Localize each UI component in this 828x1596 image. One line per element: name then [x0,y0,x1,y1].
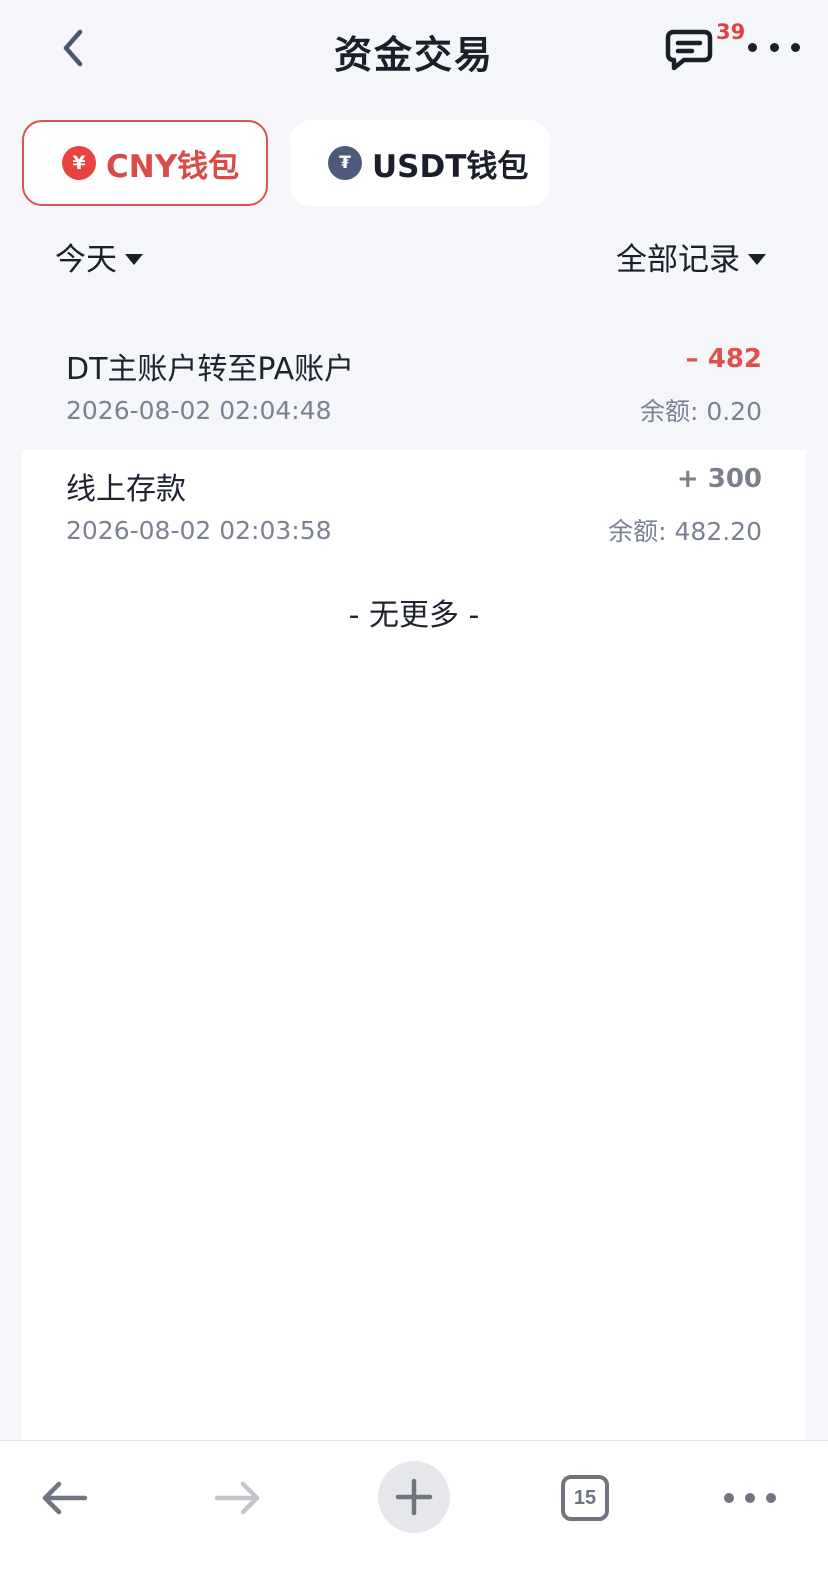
browser-toolbar: 15 [0,1440,828,1596]
tab-cny-wallet-label: CNY钱包 [106,148,240,185]
new-tab-button[interactable] [378,1461,450,1533]
caret-down-icon [125,254,143,265]
forward-arrow-icon [214,1481,260,1515]
list-background [22,570,806,1445]
page: 资金交易 39 ¥ CNY钱包 ₮ USDT钱包 今天 全部记录 DT主账户转至… [0,0,828,1596]
more-dots-icon [748,42,757,52]
tabs-button[interactable]: 15 [558,1465,612,1531]
transaction-time: 2026-08-02 02:04:48 [66,396,332,425]
browser-more-button[interactable] [724,1465,776,1531]
transaction-name: DT主账户转至PA账户 [66,352,355,387]
transaction-time: 2026-08-02 02:03:58 [66,516,332,545]
browser-back-button[interactable] [36,1465,92,1531]
transaction-balance: 余额: 482.20 [608,517,762,546]
tether-icon: ₮ [328,146,362,180]
header: 资金交易 39 [0,0,828,100]
transaction-name: 线上存款 [66,472,186,507]
caret-down-icon [748,254,766,265]
tab-usdt-wallet-label: USDT钱包 [372,148,529,185]
transaction-row[interactable]: 线上存款 2026-08-02 02:03:58 + 300 余额: 482.2… [22,450,806,570]
tabs-icon: 15 [561,1475,609,1521]
more-menu-button[interactable] [748,30,800,64]
back-arrow-icon [42,1481,88,1515]
transaction-balance: 余额: 0.20 [639,397,762,426]
transaction-row[interactable]: DT主账户转至PA账户 2026-08-02 02:04:48 – 482 余额… [22,330,806,450]
record-type-filter-dropdown[interactable]: 全部记录 [616,234,766,279]
chat-bubble-icon [665,29,713,71]
message-count-badge: 39 [716,20,746,44]
tab-cny-wallet[interactable]: ¥ CNY钱包 [22,120,268,206]
tab-usdt-wallet[interactable]: ₮ USDT钱包 [290,120,550,206]
transaction-amount: + 300 [676,464,762,494]
transaction-list: DT主账户转至PA账户 2026-08-02 02:04:48 – 482 余额… [22,330,806,570]
yuan-icon: ¥ [62,146,96,180]
record-type-filter-label: 全部记录 [616,242,740,278]
browser-forward-button[interactable] [210,1465,266,1531]
date-filter-dropdown[interactable]: 今天 [55,234,143,279]
more-dots-icon [724,1493,734,1503]
transaction-amount: – 482 [685,344,762,374]
plus-icon [395,1478,433,1516]
list-end-indicator: - 无更多 - [348,598,480,633]
messages-button[interactable] [664,26,714,72]
date-filter-label: 今天 [55,242,117,278]
